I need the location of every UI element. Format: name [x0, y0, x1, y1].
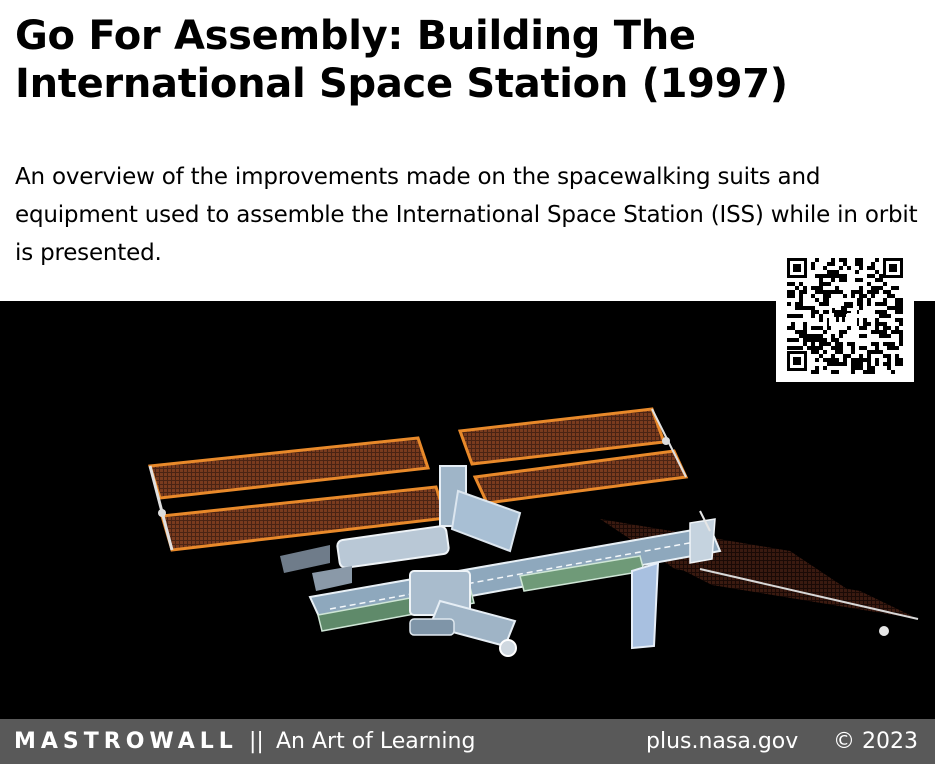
- footer-bar: MASTROWALL || An Art of Learning plus.na…: [0, 719, 935, 764]
- page-title: Go For Assembly: Building The Internatio…: [15, 13, 788, 107]
- brand-name: MASTROWALL: [14, 729, 238, 754]
- brand-tagline: An Art of Learning: [276, 729, 476, 754]
- copyright: © 2023: [833, 729, 918, 754]
- source-link[interactable]: plus.nasa.gov: [646, 729, 798, 755]
- qr-code[interactable]: [776, 249, 914, 382]
- qr-code-icon: [787, 258, 903, 374]
- footer-separator: ||: [249, 729, 264, 754]
